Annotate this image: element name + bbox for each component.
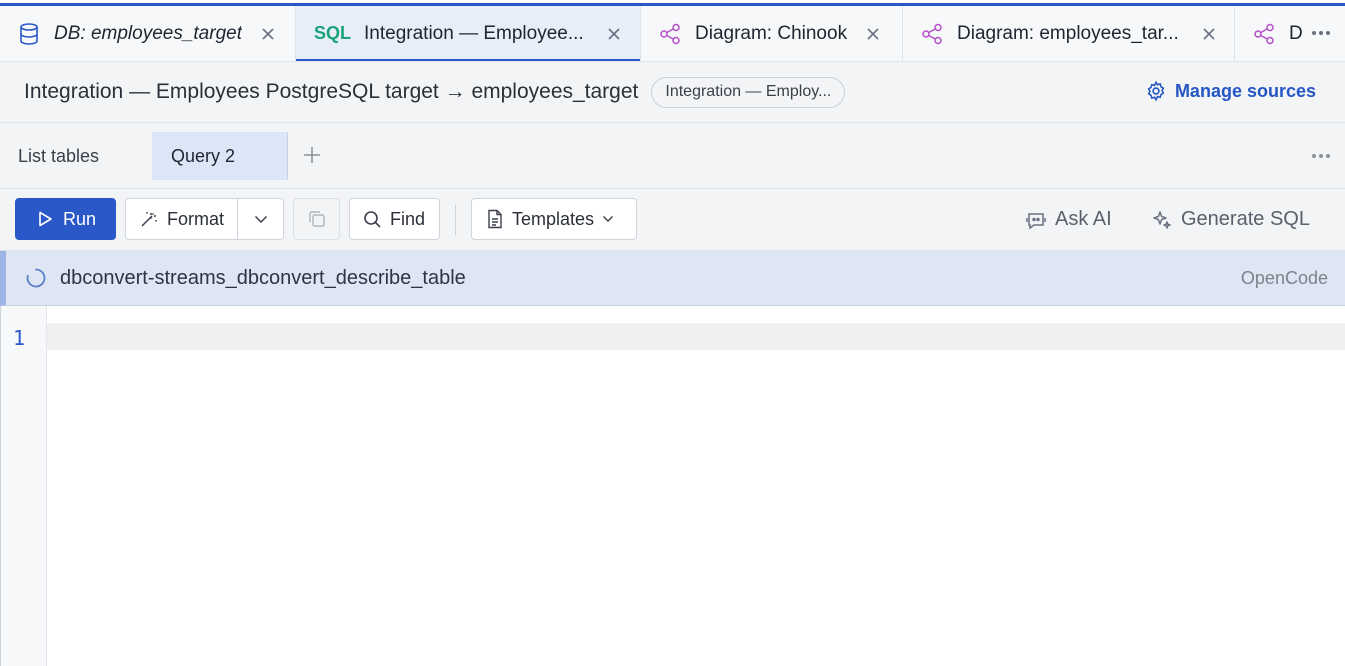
gear-icon [1145,80,1167,102]
run-label: Run [63,208,97,229]
tab-db-employees-target[interactable]: DB: employees_target [0,6,296,61]
tab-query-2[interactable]: Query 2 [152,132,288,180]
tool-call-name: dbconvert-streams_dbconvert_describe_tab… [60,266,466,289]
tabs-overflow-more-icon[interactable] [1311,25,1331,41]
close-icon[interactable] [865,26,881,42]
generate-sql-button[interactable]: Generate SQL [1151,208,1310,231]
templates-label: Templates [512,208,595,229]
tab-label: Diagram: Chinook [695,22,848,44]
document-icon [486,209,504,229]
run-button[interactable]: Run [15,198,116,240]
sql-editor[interactable]: 1 [0,306,1345,666]
sparkles-icon [1151,209,1173,231]
tab-label: D [1289,22,1303,44]
loading-spinner-icon [25,267,47,289]
format-label: Format [167,208,225,229]
tool-status-banner: dbconvert-streams_dbconvert_describe_tab… [0,251,1345,306]
line-number-gutter [0,306,47,666]
close-icon[interactable] [1201,26,1217,42]
ask-ai-button[interactable]: Ask AI [1025,208,1112,231]
tab-list-tables[interactable]: List tables [18,132,99,180]
tab-diagram-chinook[interactable]: Diagram: Chinook [641,6,903,61]
query-tabs-more-icon[interactable] [1311,149,1331,163]
query-toolbar: Run Format Find Templates Ask AI Generat… [0,189,1345,251]
query-tabs-bar: List tables Query 2 [0,123,1345,189]
generate-sql-label: Generate SQL [1181,208,1310,230]
tab-diagram-employees-target[interactable]: Diagram: employees_tar... [903,6,1235,61]
tab-sql-integration[interactable]: SQL Integration — Employee... [296,6,641,61]
format-button[interactable]: Format [125,198,238,240]
page-title: Integration — Employees PostgreSQL targe… [24,80,639,103]
active-line-highlight [0,323,1345,350]
diagram-share-icon [1253,23,1275,45]
format-options-dropdown[interactable] [237,198,284,240]
tab-label: Diagram: employees_tar... [957,22,1179,44]
toolbar-divider [455,205,456,235]
tab-label: Integration — Employee... [364,22,584,44]
query-header: Integration — Employees PostgreSQL targe… [0,62,1345,123]
diagram-share-icon [921,23,943,45]
play-icon [36,210,54,228]
diagram-share-icon [659,23,681,45]
copy-icon [307,209,327,229]
find-button[interactable]: Find [349,198,440,240]
manage-sources-label: Manage sources [1174,80,1316,101]
copy-button[interactable] [293,198,340,240]
sql-prefix: SQL [314,23,352,43]
tab-label: DB: employees_target [54,22,242,44]
tool-source-label: OpenCode [1240,268,1328,288]
chevron-down-icon [254,215,268,224]
add-query-tab-icon[interactable] [300,143,324,167]
chevron-down-icon [602,215,614,223]
close-icon[interactable] [260,26,276,42]
connection-pill[interactable]: Integration — Employ... [651,76,846,108]
manage-sources-button[interactable]: Manage sources [1145,80,1316,102]
ask-ai-label: Ask AI [1055,208,1112,230]
search-icon [363,210,382,229]
database-icon [18,22,40,45]
magic-wand-icon [139,209,159,229]
close-icon[interactable] [606,26,622,42]
find-label: Find [390,208,426,229]
templates-button[interactable]: Templates [471,198,637,240]
editor-tab-strip: DB: employees_target SQL Integration — E… [0,6,1345,62]
robot-chat-icon [1025,209,1047,231]
line-number: 1 [13,326,26,350]
